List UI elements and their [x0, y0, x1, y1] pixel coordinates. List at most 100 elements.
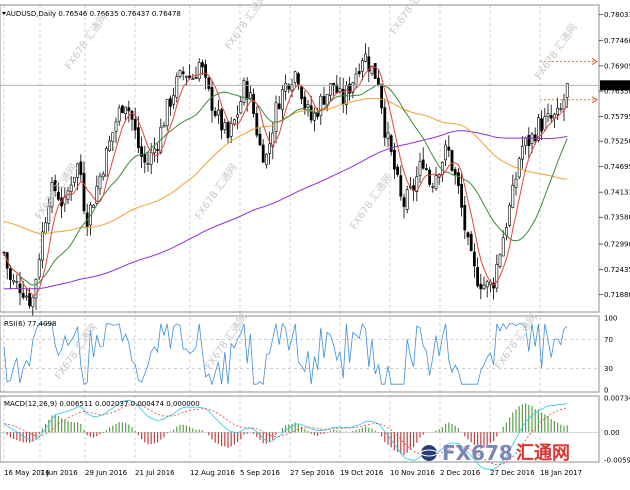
candle-body [69, 184, 73, 192]
candle-body [213, 110, 217, 116]
candle-body [28, 293, 32, 307]
candle-body [373, 63, 377, 79]
candle-body [210, 87, 214, 111]
candle-body [524, 137, 528, 146]
candle-body [264, 153, 268, 165]
candle-body [485, 281, 489, 288]
candle-body [73, 176, 76, 183]
price-tick-label: 0.73580 [604, 214, 630, 222]
candle-body [322, 96, 326, 105]
candle-body [284, 83, 288, 92]
date-tick-label: 27 Dec 2016 [490, 469, 535, 477]
current-price-label: 0.76478 [602, 82, 630, 90]
rsi-tick-label: 0 [604, 387, 608, 395]
candle-body [175, 76, 179, 98]
date-tick-label: 19 Oct 2016 [340, 469, 384, 477]
candle-body [178, 70, 182, 77]
candle-body [543, 116, 547, 131]
candle-body [364, 53, 368, 62]
candle-body [242, 80, 246, 103]
candle-body [392, 149, 396, 170]
candle-body [460, 183, 464, 208]
macd-tick-label: 0.00734 [604, 395, 630, 403]
candle-body [306, 104, 310, 108]
candle-body [354, 73, 358, 86]
date-tick-label: 5 Sep 2016 [240, 469, 280, 477]
candle-body [338, 88, 342, 92]
candle-body [172, 95, 176, 105]
candle-body [479, 283, 483, 290]
chart-window[interactable]: AUDUSD,Daily 0.76546 0.76635 0.76437 0.7… [0, 0, 630, 490]
candle-body [181, 71, 185, 74]
brand-cn-text: 汇通网 [516, 443, 570, 464]
candle-body [111, 132, 115, 142]
candle-body [207, 77, 211, 89]
rsi-tick-label: 30 [604, 365, 613, 373]
candle-body [312, 112, 316, 121]
candle-body [476, 267, 480, 287]
candle-body [223, 122, 227, 130]
candle-body [82, 172, 86, 212]
date-tick-label: 12 Aug 2016 [190, 469, 235, 477]
candle-body [169, 98, 172, 107]
candle-body [44, 222, 48, 234]
date-axis[interactable]: 16 May 20167 Jun 2016 29 Jun 2016 21 Jul 2… [4, 469, 582, 477]
candle-body [261, 144, 265, 163]
candle-body [309, 105, 313, 121]
price-tick-label: 0.72435 [604, 266, 630, 274]
candle-body [105, 148, 108, 177]
candle-body [31, 296, 35, 308]
date-tick-label: 27 Sep 2016 [290, 469, 335, 477]
candle-body [562, 99, 566, 110]
candle-body [466, 232, 470, 238]
candle-body [12, 280, 16, 283]
candle-body [463, 204, 467, 231]
candle-body [280, 89, 284, 110]
candle-body [444, 144, 448, 161]
candle-body [9, 268, 12, 280]
candle-body [133, 118, 137, 131]
candle-body [92, 204, 96, 208]
candle-body [249, 92, 252, 99]
candle-body [108, 140, 112, 151]
macd-tick-label: -0.00591 [604, 457, 630, 465]
date-tick-label: 2 Dec 2016 [440, 469, 481, 477]
candle-body [549, 115, 553, 119]
candle-body [552, 113, 556, 119]
candle-body [220, 109, 224, 131]
candle-body [153, 148, 156, 154]
candle-body [357, 71, 361, 74]
candle-body [527, 135, 531, 147]
candle-body [520, 146, 524, 160]
candle-body [149, 152, 153, 165]
candle-body [431, 185, 435, 188]
chart-title: AUDUSD,Daily 0.76546 0.76635 0.76437 0.7… [6, 10, 181, 18]
candle-body [217, 109, 220, 116]
candle-body [252, 94, 256, 114]
candle-body [229, 123, 233, 137]
candle-body [533, 134, 537, 141]
candle-body [498, 254, 502, 267]
candle-body [226, 122, 230, 138]
candle-body [380, 84, 384, 109]
candle-body [559, 108, 563, 110]
brand-globe-icon [421, 445, 437, 461]
candle-body [293, 71, 297, 83]
candle-body [127, 107, 131, 112]
price-tick-label: 0.75250 [604, 138, 630, 146]
candle-body [511, 184, 515, 208]
macd-tick-label: 0.00 [604, 429, 620, 437]
candle-body [204, 64, 208, 78]
candle-body [24, 295, 28, 298]
candle-body [540, 118, 544, 132]
candle-body [162, 125, 166, 128]
brand-logo: FX678 汇通网 [420, 441, 570, 465]
candle-body [424, 168, 428, 170]
candle-body [79, 161, 83, 176]
candle-body [389, 135, 393, 152]
candle-body [530, 133, 534, 144]
candle-body [303, 96, 307, 109]
candle-body [239, 101, 243, 114]
price-tick-label: 0.72990 [604, 241, 630, 249]
candle-body [258, 133, 262, 146]
